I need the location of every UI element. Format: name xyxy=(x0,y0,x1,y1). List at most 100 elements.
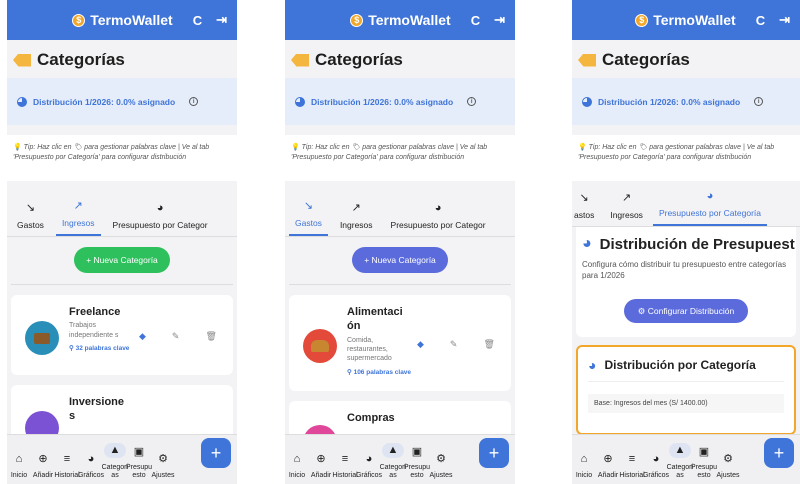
nav-ajustes[interactable]: ⚙ Ajustes xyxy=(151,454,175,479)
category-name: Freelance xyxy=(69,306,121,318)
refresh-icon[interactable]: C xyxy=(756,13,765,28)
add-fab-button[interactable]: + xyxy=(201,438,231,468)
nav-label: Historial xyxy=(619,471,645,479)
tab-presupuesto[interactable]: ◕ Presupuesto por Categor xyxy=(107,199,214,236)
distribution-banner: Distribución 1/2026: 0.0% asignado i xyxy=(7,78,237,125)
category-name: Alimentaci ón xyxy=(347,306,403,333)
trend-up-icon: ↗ xyxy=(622,192,632,204)
tab-ingresos[interactable]: ↗ Ingresos xyxy=(334,199,379,236)
tag-action-icon[interactable]: ◆ xyxy=(139,331,146,342)
nav-label: Ajustes xyxy=(716,471,740,479)
nav-ajustes[interactable]: ⚙ Ajustes xyxy=(716,454,740,479)
logout-icon[interactable]: ⇥ xyxy=(216,12,227,28)
page-title-text: Categorías xyxy=(37,50,125,69)
edit-icon[interactable]: ✎ xyxy=(172,331,180,342)
refresh-icon[interactable]: C xyxy=(193,13,202,28)
trend-down-icon: ↘ xyxy=(303,200,314,212)
category-tabs: ↘ astos ↗ Ingresos ◕ Presupuesto por Catego… xyxy=(572,190,800,227)
nav-label: Gráficos xyxy=(355,471,383,479)
new-category-button[interactable]: + Nueva Categoría xyxy=(352,247,448,273)
nav-anadir[interactable]: ⊕ Añadir xyxy=(309,454,333,479)
info-icon[interactable]: i xyxy=(754,97,764,106)
settings-icon: ⚙ xyxy=(158,453,168,466)
nav-historial[interactable]: ≡ Historial xyxy=(332,453,358,479)
briefcase-icon xyxy=(25,321,59,355)
nav-inicio[interactable]: ⌂ Inicio xyxy=(285,454,309,479)
nav-historial[interactable]: ≡ Historial xyxy=(54,454,79,479)
screen-gastos: $ TermoWallet C ⇥ Categorías Distribución… xyxy=(285,0,515,484)
nav-inicio[interactable]: ⌂ Inicio xyxy=(572,454,596,479)
budget-icon: ▣ xyxy=(411,445,423,458)
nav-anadir[interactable]: ⊕ Añadir xyxy=(31,454,55,479)
nav-label: Historial xyxy=(332,471,358,479)
logout-icon[interactable]: ⇥ xyxy=(779,12,790,28)
nav-historial[interactable]: ≡ Historial xyxy=(619,454,645,479)
brand: $ TermoWallet xyxy=(72,12,173,28)
pie-icon: ◕ xyxy=(582,235,592,252)
tab-ingresos[interactable]: ↗ Ingresos xyxy=(55,199,101,236)
page-title: Categorías xyxy=(285,40,515,78)
distribution-text: Distribución 1/2026: 0.0% asignado xyxy=(598,96,741,107)
keywords-link[interactable]: ⚲ 32 palabras clave xyxy=(69,344,225,352)
new-category-button[interactable]: + Nueva Categoría xyxy=(74,247,170,273)
tab-gastos[interactable]: ↘ astos xyxy=(572,192,600,226)
tab-label: Presupuesto por Categor xyxy=(112,220,208,230)
bulb-icon: 💡 xyxy=(13,144,22,151)
nav-label: Gráficos xyxy=(77,471,105,479)
nav-ajustes[interactable]: ⚙ Ajustes xyxy=(429,454,453,479)
tab-gastos[interactable]: ↘ Gastos xyxy=(11,199,50,236)
tip-box: 💡 Tip: Haz clic en 🏷 para gestionar pala… xyxy=(285,135,515,181)
nav-presupuesto[interactable]: ▣ Presupu esto xyxy=(403,445,431,479)
nav-categorias[interactable]: ▲ Categorí as xyxy=(101,442,129,479)
nav-inicio[interactable]: ⌂ Inicio xyxy=(7,454,31,479)
base-income-text: Base: Ingresos del mes (S/ 1400.00) xyxy=(588,394,784,414)
nav-graficos[interactable]: ◕ Gráficos xyxy=(355,454,383,479)
keywords-count: 106 palabras clave xyxy=(353,368,412,376)
nav-graficos[interactable]: ◕ Gráficos xyxy=(643,454,669,479)
tab-label: Ingresos xyxy=(610,210,643,220)
tab-presupuesto[interactable]: ◕ Presupuesto por Categor xyxy=(385,199,492,236)
list-icon: ≡ xyxy=(341,453,349,466)
nav-label: Inicio xyxy=(575,471,593,479)
nav-label: Categorí as xyxy=(101,464,129,479)
refresh-icon[interactable]: C xyxy=(471,13,480,28)
tab-label: Ingresos xyxy=(61,218,95,228)
tab-ingresos[interactable]: ↗ Ingresos xyxy=(604,192,649,226)
tip-box: 💡 Tip: Haz clic en 🏷 para gestionar pala… xyxy=(7,135,237,181)
add-fab-button[interactable]: + xyxy=(479,438,509,468)
budget-icon: ▣ xyxy=(698,445,710,458)
categories-icon: ▲ xyxy=(381,442,405,459)
info-icon[interactable]: i xyxy=(189,97,199,106)
distribution-card: ◕ Distribución por Categoría Base: Ingres… xyxy=(576,345,796,436)
coin-icon: $ xyxy=(635,13,649,27)
edit-icon[interactable]: ✎ xyxy=(450,339,458,350)
add-fab-button[interactable]: + xyxy=(764,438,794,468)
nav-categorias[interactable]: ▲ Categorí as xyxy=(667,442,693,479)
nav-presupuesto[interactable]: ▣ Presupu esto xyxy=(126,446,152,479)
nav-presupuesto[interactable]: ▣ Presupu esto xyxy=(691,445,717,479)
info-icon[interactable]: i xyxy=(467,97,477,106)
home-icon: ⌂ xyxy=(580,453,588,466)
logout-icon[interactable]: ⇥ xyxy=(494,12,505,28)
delete-icon[interactable]: 🗑 xyxy=(483,339,494,350)
tab-presupuesto[interactable]: ◕ Presupuesto por Categoría xyxy=(652,190,767,226)
keywords-link[interactable]: ⚲ 106 palabras clave xyxy=(347,368,503,376)
category-desc: Comida, restaurantes, supermercado xyxy=(347,336,392,363)
pie-icon xyxy=(17,96,27,107)
nav-categorias[interactable]: ▲ Categorí as xyxy=(380,442,406,479)
app-title: TermoWallet xyxy=(90,12,173,28)
page-title: Categorías xyxy=(572,40,800,78)
distribution-banner: Distribución 1/2026: 0.0% asignado i xyxy=(572,78,800,125)
tag-action-icon[interactable]: ◆ xyxy=(417,339,424,350)
categories-icon: ▲ xyxy=(103,442,127,459)
delete-icon[interactable]: 🗑 xyxy=(205,331,216,342)
budget-subtitle: Configura cómo distribuir tu presupuesto… xyxy=(582,260,787,281)
pie-icon xyxy=(582,96,592,107)
nav-label: Añadir xyxy=(597,471,619,479)
nav-graficos[interactable]: ◕ Gráficos xyxy=(77,454,105,479)
tip-text: Tip: Haz clic en 🏷 para gestionar palabr… xyxy=(13,144,210,162)
tab-gastos[interactable]: ↘ Gastos xyxy=(289,199,328,236)
configure-distribution-button[interactable]: ⚙ Configurar Distribución xyxy=(623,299,749,324)
nav-anadir[interactable]: ⊕ Añadir xyxy=(596,454,620,479)
nav-label: Presupu esto xyxy=(403,464,431,479)
